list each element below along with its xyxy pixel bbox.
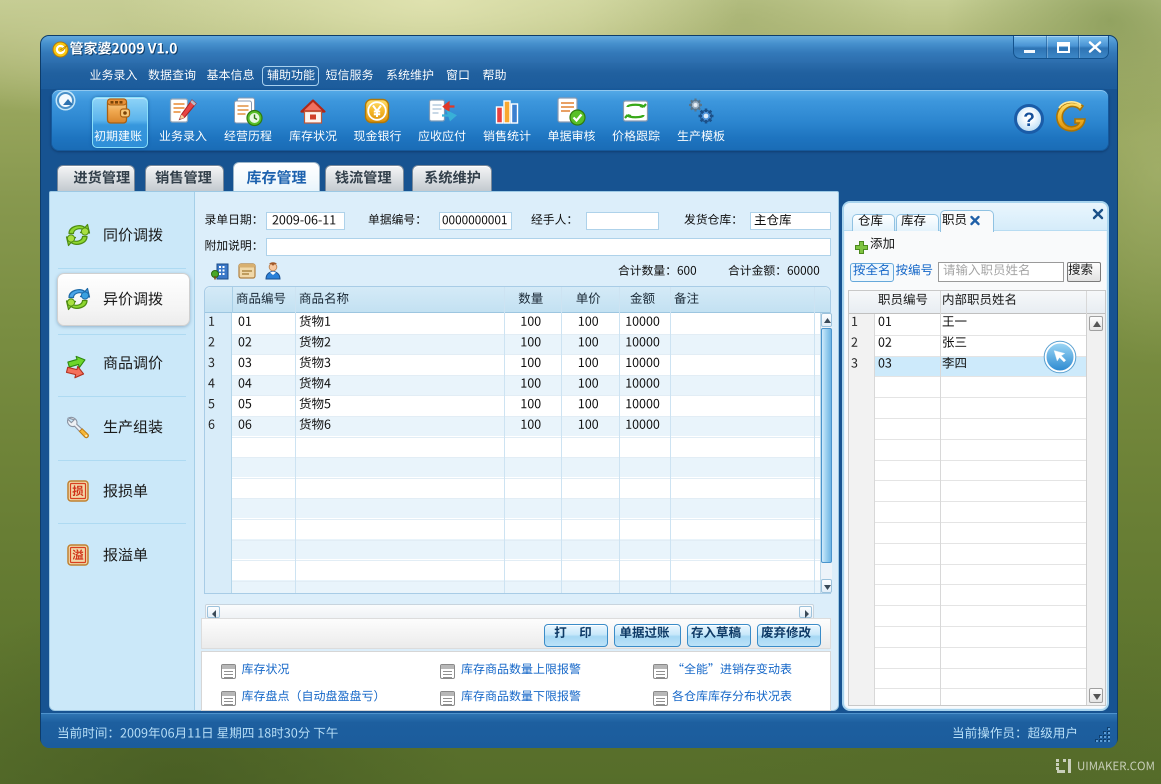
- svg-text:?: ?: [1023, 110, 1035, 131]
